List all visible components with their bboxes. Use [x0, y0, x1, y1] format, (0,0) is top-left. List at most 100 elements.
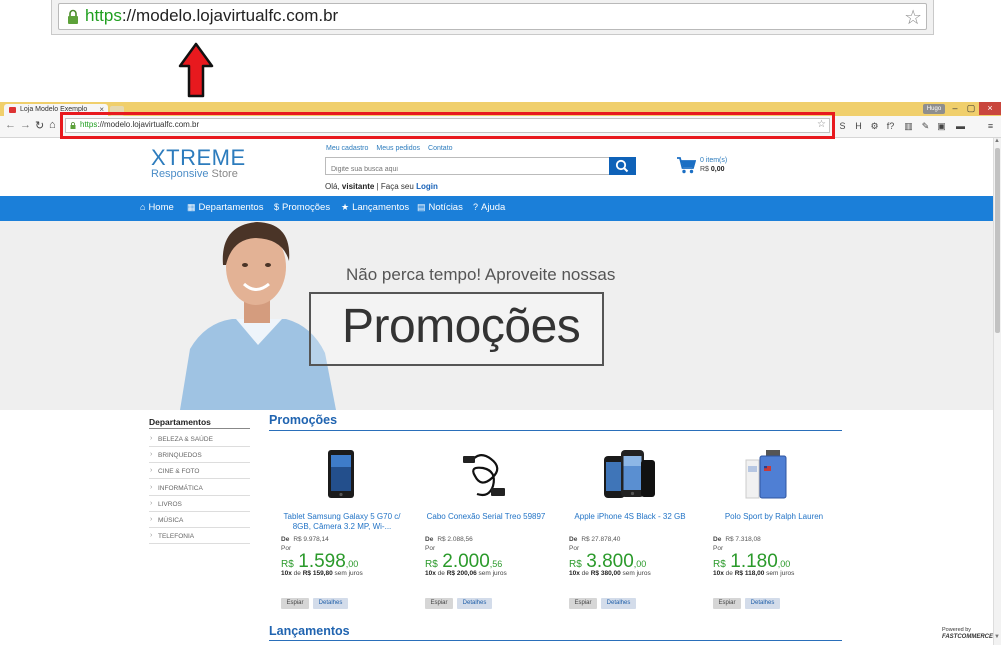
product-card[interactable]: Polo Sport by Ralph Lauren De R$ 7.318,08 P…: [713, 446, 835, 611]
product-old-price: De R$ 7.318,08: [713, 536, 761, 543]
department-item[interactable]: › CINE & FOTO: [149, 463, 250, 480]
product-image-iphone[interactable]: [591, 446, 666, 506]
bookmark-star-icon[interactable]: ☆: [904, 5, 922, 30]
red-arrow-up-icon: [178, 42, 214, 98]
nav-promocoes[interactable]: $ Promoções: [274, 202, 330, 213]
favicon-icon: [9, 107, 16, 113]
maximize-icon[interactable]: ▢: [963, 102, 979, 115]
department-item[interactable]: › TELEFONIA: [149, 528, 250, 545]
pen-icon[interactable]: ✎: [920, 121, 931, 132]
forward-arrow-icon[interactable]: →: [20, 119, 31, 131]
user-profile-badge[interactable]: Hugo: [923, 104, 945, 114]
grid-icon: ▦: [187, 202, 196, 212]
product-installments: 10x de R$ 380,00 sem juros: [569, 570, 651, 577]
product-installments: 10x de R$ 200,06 sem juros: [425, 570, 507, 577]
settings-icon[interactable]: ⚙: [869, 121, 880, 132]
detalhes-button[interactable]: Detalhes: [457, 598, 492, 609]
address-bar[interactable]: https://modelo.lojavirtualfc.com.br ☆: [65, 118, 830, 133]
bar-icon[interactable]: ▬: [955, 121, 966, 132]
product-card[interactable]: Apple iPhone 4S Black - 32 GB De R$ 27.878…: [569, 446, 691, 611]
formula-icon[interactable]: f?: [885, 121, 896, 132]
scrollbar-thumb[interactable]: [995, 148, 1000, 333]
back-arrow-icon[interactable]: ←: [5, 119, 16, 131]
search-button[interactable]: [609, 157, 636, 175]
newspaper-icon: ▤: [417, 202, 426, 212]
department-item[interactable]: › BRINQUEDOS: [149, 447, 250, 464]
question-icon: ?: [473, 202, 479, 212]
chevron-right-icon: ›: [150, 451, 153, 459]
department-item[interactable]: › BELEZA & SAÚDE: [149, 431, 250, 447]
menu-icon[interactable]: ≡: [985, 121, 996, 132]
espiar-button[interactable]: Espiar: [425, 598, 453, 609]
product-name[interactable]: Apple iPhone 4S Black - 32 GB: [569, 512, 691, 522]
section-divider: [269, 430, 842, 431]
product-image-perfume[interactable]: [735, 446, 810, 506]
link-contato[interactable]: Contato: [428, 145, 453, 152]
nav-ajuda[interactable]: ? Ajuda: [473, 202, 505, 213]
department-item[interactable]: › LIVROS: [149, 496, 250, 512]
product-image-cable[interactable]: [447, 446, 522, 506]
home-icon: ⌂: [140, 202, 146, 212]
page-scrollbar[interactable]: [993, 138, 1001, 645]
detalhes-button[interactable]: Detalhes: [313, 598, 348, 609]
department-item[interactable]: › INFORMÁTICA: [149, 480, 250, 496]
chevron-right-icon: ›: [150, 499, 153, 507]
scroll-up-arrow-icon[interactable]: ▲: [994, 138, 1000, 144]
greeting: Olá, visitante | Faça seu Login: [325, 182, 438, 191]
nav-noticias[interactable]: ▤ Notícias: [417, 202, 463, 213]
product-card[interactable]: Tablet Samsung Galaxy 5 G70 c/ 8GB, Câme…: [281, 446, 403, 611]
home-icon[interactable]: ⌂: [49, 119, 56, 131]
chevron-right-icon: ›: [150, 467, 153, 475]
product-name[interactable]: Cabo Conexão Serial Treo 59897: [425, 512, 547, 522]
reload-icon[interactable]: ↻: [35, 119, 44, 132]
bookmark-star-icon[interactable]: ☆: [817, 119, 826, 130]
zoomed-address-bar: https://modelo.lojavirtualfc.com.br ☆: [51, 0, 934, 35]
nav-home[interactable]: ⌂ Home: [140, 202, 174, 213]
nav-lancamentos[interactable]: ★ Lançamentos: [341, 202, 409, 213]
product-card[interactable]: Cabo Conexão Serial Treo 59897 De R$ 2.088…: [425, 446, 547, 611]
department-item[interactable]: › MÚSICA: [149, 512, 250, 528]
search-icon: [615, 159, 629, 173]
link-meu-cadastro[interactable]: Meu cadastro: [326, 145, 368, 152]
detalhes-button[interactable]: Detalhes: [745, 598, 780, 609]
account-links: Meu cadastro Meus pedidos Contato: [326, 145, 461, 152]
cart-count[interactable]: 0 item(s): [700, 157, 727, 164]
scroll-down-arrow-icon[interactable]: ▼: [994, 634, 1000, 640]
banner-subtitle: Não perca tempo! Aproveite nossas: [346, 265, 616, 284]
detalhes-button[interactable]: Detalhes: [601, 598, 636, 609]
window-icon[interactable]: ▣: [936, 121, 947, 132]
store-logo-subtitle[interactable]: Responsive Store: [151, 168, 238, 180]
powered-by-badge[interactable]: Powered by FASTCOMMERCE: [942, 627, 993, 641]
html5-icon[interactable]: H: [853, 121, 864, 132]
skype-icon[interactable]: S: [837, 121, 848, 132]
product-name[interactable]: Tablet Samsung Galaxy 5 G70 c/ 8GB, Câme…: [281, 512, 403, 532]
espiar-button[interactable]: Espiar: [569, 598, 597, 609]
search-box: [325, 157, 610, 178]
espiar-button[interactable]: Espiar: [713, 598, 741, 609]
chevron-right-icon: ›: [150, 435, 153, 442]
link-meus-pedidos[interactable]: Meus pedidos: [376, 145, 420, 152]
product-installments: 10x de R$ 118,00 sem juros: [713, 570, 795, 577]
lock-icon: [68, 9, 78, 24]
login-link[interactable]: Login: [416, 182, 438, 191]
product-old-price: De R$ 2.088,56: [425, 536, 473, 543]
departments-divider: [149, 428, 250, 429]
espiar-button[interactable]: Espiar: [281, 598, 309, 609]
product-name[interactable]: Polo Sport by Ralph Lauren: [713, 512, 835, 522]
dollar-icon: $: [274, 202, 280, 212]
nav-departamentos[interactable]: ▦ Departamentos: [187, 202, 263, 213]
search-input[interactable]: [326, 161, 609, 178]
promo-banner[interactable]: Não perca tempo! Aproveite nossas Promoç…: [0, 221, 993, 410]
section-divider: [269, 640, 842, 641]
zoomed-url-field[interactable]: https://modelo.lojavirtualfc.com.br ☆: [58, 3, 927, 30]
banner-title: Promoções: [342, 300, 581, 353]
shopping-cart-icon[interactable]: [677, 157, 696, 174]
screenshot: https://modelo.lojavirtualfc.com.br ☆ Lo…: [0, 0, 1001, 645]
chevron-right-icon: ›: [150, 532, 153, 540]
chevron-right-icon: ›: [150, 483, 153, 491]
product-image-tablet[interactable]: [303, 446, 378, 506]
product-old-price: De R$ 9.978,14: [281, 536, 329, 543]
minimize-icon[interactable]: ‒: [947, 102, 963, 115]
window-close-icon[interactable]: ×: [979, 102, 1001, 115]
columns-icon[interactable]: ▥: [903, 121, 914, 132]
